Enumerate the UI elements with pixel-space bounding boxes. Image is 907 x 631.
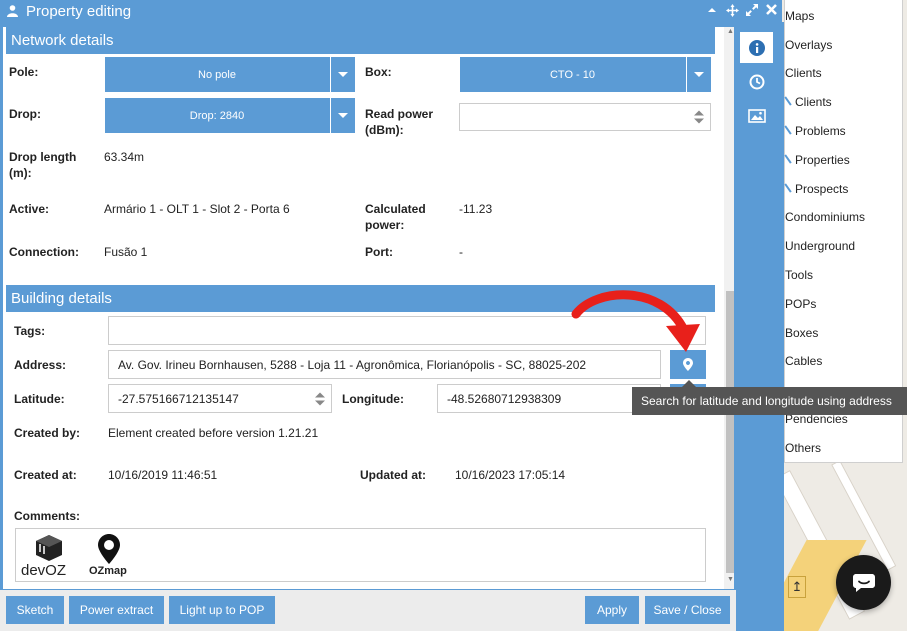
red-arrow-annotation [571, 290, 700, 352]
stepper-icon[interactable] [694, 110, 704, 124]
move-icon[interactable] [726, 4, 739, 20]
save-close-button[interactable]: Save / Close [645, 596, 730, 624]
clock-icon [749, 74, 764, 89]
chevron-down-icon[interactable] [330, 98, 355, 133]
dialog-titlebar[interactable]: Property editing [0, 0, 782, 23]
devoz-logo-text: devOZ [21, 562, 67, 579]
address-value: Av. Gov. Irineu Bornhausen, 5288 - Loja … [118, 357, 587, 372]
longitude-value: -48.52680712938309 [447, 391, 562, 406]
devoz-logo: devOZ [21, 534, 75, 580]
calculated-power-value: -11.23 [459, 202, 493, 216]
image-icon [747, 108, 766, 123]
updated-at-value: 10/16/2023 17:05:14 [455, 468, 566, 482]
menu-item-boxes[interactable]: Boxes [785, 323, 818, 343]
user-icon [7, 5, 18, 20]
map-pin-icon [683, 358, 693, 371]
menu-item-clients-sub[interactable]: Clients [795, 92, 832, 112]
tags-label: Tags: [14, 324, 46, 338]
apply-button[interactable]: Apply [585, 596, 639, 624]
maximize-icon[interactable] [746, 4, 758, 19]
history-tab-button[interactable] [740, 66, 773, 97]
port-label: Port: [365, 245, 393, 259]
box-select-value: CTO - 10 [549, 68, 596, 81]
tooltip: Search for latitude and longitude using … [632, 387, 907, 415]
longitude-input[interactable]: -48.52680712938309 [437, 384, 661, 413]
content-scrollbar[interactable]: ▲ ▼ [724, 27, 734, 589]
map-marker-icon[interactable]: ↥ [788, 576, 806, 598]
box-select[interactable]: CTO - 10 [460, 57, 711, 92]
scroll-down-icon[interactable]: ▼ [727, 576, 734, 583]
longitude-label: Longitude: [342, 392, 404, 406]
connection-label: Connection: [9, 245, 79, 259]
connection-value: Fusão 1 [104, 245, 148, 259]
read-power-label: Read power (dBm): [365, 107, 434, 137]
info-icon [748, 39, 765, 56]
drop-length-value: 63.34m [104, 150, 145, 164]
created-at-value: 10/16/2019 11:46:51 [108, 468, 218, 482]
power-extract-button[interactable]: Power extract [69, 596, 164, 624]
drop-label: Drop: [9, 107, 41, 121]
menu-item-pops[interactable]: POPs [785, 294, 816, 314]
network-details-header: Network details [6, 27, 715, 54]
drop-length-label: Drop length (m): [9, 150, 77, 180]
collapse-icon[interactable] [707, 4, 717, 18]
menu-item-properties[interactable]: Properties [795, 150, 850, 170]
read-power-input[interactable] [459, 103, 711, 131]
chevron-down-icon[interactable] [686, 57, 711, 92]
menu-item-problems[interactable]: Problems [795, 121, 846, 141]
created-by-value: Element created before version 1.21.21 [108, 426, 319, 440]
box-label: Box: [365, 65, 392, 79]
sketch-button[interactable]: Sketch [6, 596, 64, 624]
calculated-power-label: Calculated power: [365, 202, 426, 232]
chevron-down-icon[interactable] [330, 57, 355, 92]
pole-select[interactable]: No pole [105, 57, 355, 92]
menu-item-maps[interactable]: Maps [785, 6, 814, 26]
info-tab-button[interactable] [740, 32, 773, 63]
chat-button[interactable] [836, 555, 891, 610]
drop-select-value: Drop: 2840 [189, 109, 245, 122]
drop-select[interactable]: Drop: 2840 [105, 98, 355, 133]
active-value: Armário 1 - OLT 1 - Slot 2 - Porta 6 [104, 202, 290, 216]
menu-item-clients[interactable]: Clients [785, 63, 822, 83]
dialog-footer: Sketch Power extract Light up to POP App… [0, 590, 736, 631]
latitude-input[interactable]: -27.575166712135147 [108, 384, 332, 413]
scrollbar-thumb[interactable] [726, 291, 734, 573]
tooltip-arrow [682, 380, 696, 387]
menu-item-cables[interactable]: Cables [785, 351, 822, 371]
address-label: Address: [14, 358, 67, 372]
latitude-value: -27.575166712135147 [118, 391, 239, 406]
created-at-label: Created at: [14, 468, 77, 482]
close-icon[interactable] [766, 4, 777, 18]
stepper-icon[interactable] [315, 392, 325, 405]
chat-icon [852, 573, 875, 592]
menu-item-overlays[interactable]: Overlays [785, 35, 832, 55]
updated-at-label: Updated at: [360, 468, 426, 482]
scroll-up-icon[interactable]: ▲ [727, 28, 734, 35]
active-label: Active: [9, 202, 50, 216]
pole-select-value: No pole [198, 68, 236, 81]
latitude-label: Latitude: [14, 392, 65, 406]
comments-box[interactable]: devOZ OZmap [15, 528, 706, 582]
menu-item-underground[interactable]: Underground [785, 236, 855, 256]
dialog-title: Property editing [26, 3, 132, 20]
ozmap-logo: OZmap [86, 534, 132, 580]
menu-item-prospects[interactable]: Prospects [795, 179, 848, 199]
images-tab-button[interactable] [740, 100, 773, 131]
created-by-label: Created by: [14, 426, 81, 440]
comments-label: Comments: [14, 509, 81, 523]
menu-item-condominiums[interactable]: Condominiums [785, 207, 865, 227]
light-up-to-pop-button[interactable]: Light up to POP [169, 596, 275, 624]
side-toolbar [737, 22, 784, 631]
menu-item-tools[interactable]: Tools [785, 265, 813, 285]
ozmap-logo-text: OZmap [89, 565, 127, 577]
menu-item-others[interactable]: Others [785, 438, 821, 458]
pole-label: Pole: [9, 65, 39, 79]
port-value: - [459, 245, 463, 259]
